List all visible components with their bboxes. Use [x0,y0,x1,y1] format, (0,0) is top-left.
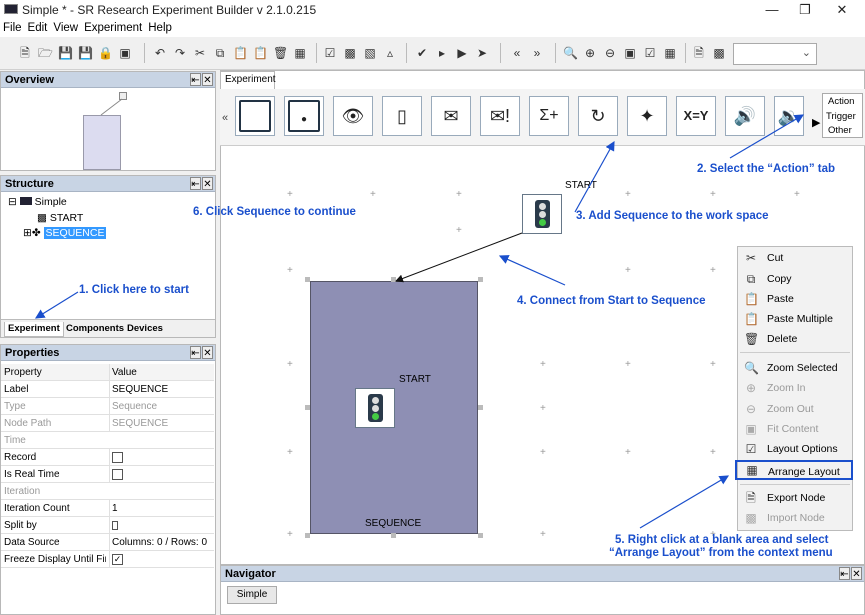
export-node-icon: 🗎 [746,491,756,505]
arrange-layout-icon: ▦ [746,463,758,477]
layout-options-icon: ☑ [745,442,757,456]
menu-item-copy[interactable]: ⧉ Copy [738,269,852,289]
annotation-step-2: 2. Select the “Action” tab [697,163,836,175]
menu-item-zoom-selected[interactable]: 🔍 Zoom Selected [738,358,852,378]
copy-icon: ⧉ [746,272,756,286]
menu-divider [740,352,850,353]
annotation-arrows [34,114,805,529]
menu-item-import-node[interactable]: ▩ Import Node [738,508,852,528]
menu-divider [740,484,850,485]
paste-multiple-icon: 📋 [744,312,759,326]
annotation-step-5: 5. Right click at a blank area and selec… [615,534,829,546]
menu-label: Layout Options [767,443,838,455]
navigator-header: Navigator ⇤ ✕ [221,566,864,582]
zoom-in-icon: ⊕ [745,381,757,395]
annotation-step-6: 6. Click Sequence to continue [193,206,356,218]
zoom-out-icon: ⊖ [745,402,757,416]
import-node-icon: ▩ [745,511,757,525]
menu-label: Zoom In [767,382,806,394]
annotation-step-3: 3. Add Sequence to the work space [576,210,769,222]
menu-item-delete[interactable]: 🗑 Delete [738,329,852,349]
menu-label: Zoom Selected [767,362,838,374]
navigator-title: Navigator [225,568,276,580]
menu-item-zoom-out[interactable]: ⊖ Zoom Out [738,399,852,419]
menu-item-cut[interactable]: ✂ Cut [738,248,852,268]
navigator-tab-simple[interactable]: Simple [227,586,277,604]
menu-item-layout-options[interactable]: ☑ Layout Options [738,439,852,459]
menu-label: Export Node [767,492,826,504]
menu-item-paste-multiple[interactable]: 📋 Paste Multiple [738,309,852,329]
menu-item-paste[interactable]: 📋 Paste [738,289,852,309]
menu-item-export-node[interactable]: 🗎 Export Node [738,488,852,508]
menu-item-fit-content[interactable]: ▣ Fit Content [738,419,852,439]
navigator-panel: Navigator ⇤ ✕ Simple [220,565,865,615]
menu-label: Copy [767,273,792,285]
menu-label: Fit Content [767,423,819,435]
menu-label: Paste Multiple [767,313,833,325]
scissors-icon: ✂ [745,251,757,265]
menu-label: Zoom Out [767,403,814,415]
paste-icon: 📋 [744,292,759,306]
menu-label: Delete [767,333,798,345]
menu-item-zoom-in[interactable]: ⊕ Zoom In [738,378,852,398]
zoom-selected-icon: 🔍 [744,361,759,375]
fit-content-icon: ▣ [745,422,757,436]
annotation-step-4: 4. Connect from Start to Sequence [517,295,706,307]
menu-label: Arrange Layout [768,466,840,478]
annotation-step-5b: “Arrange Layout” from the context menu [609,547,833,559]
dock-icon[interactable]: ⇤ [839,567,850,580]
menu-label: Cut [767,252,784,264]
close-panel-icon[interactable]: ✕ [851,567,862,580]
menu-label: Import Node [767,512,825,524]
menu-item-arrange-layout[interactable]: ▦ Arrange Layout [735,460,853,480]
menu-label: Paste [767,293,794,305]
trash-icon: 🗑 [744,332,760,346]
annotation-step-1: 1. Click here to start [79,284,189,296]
